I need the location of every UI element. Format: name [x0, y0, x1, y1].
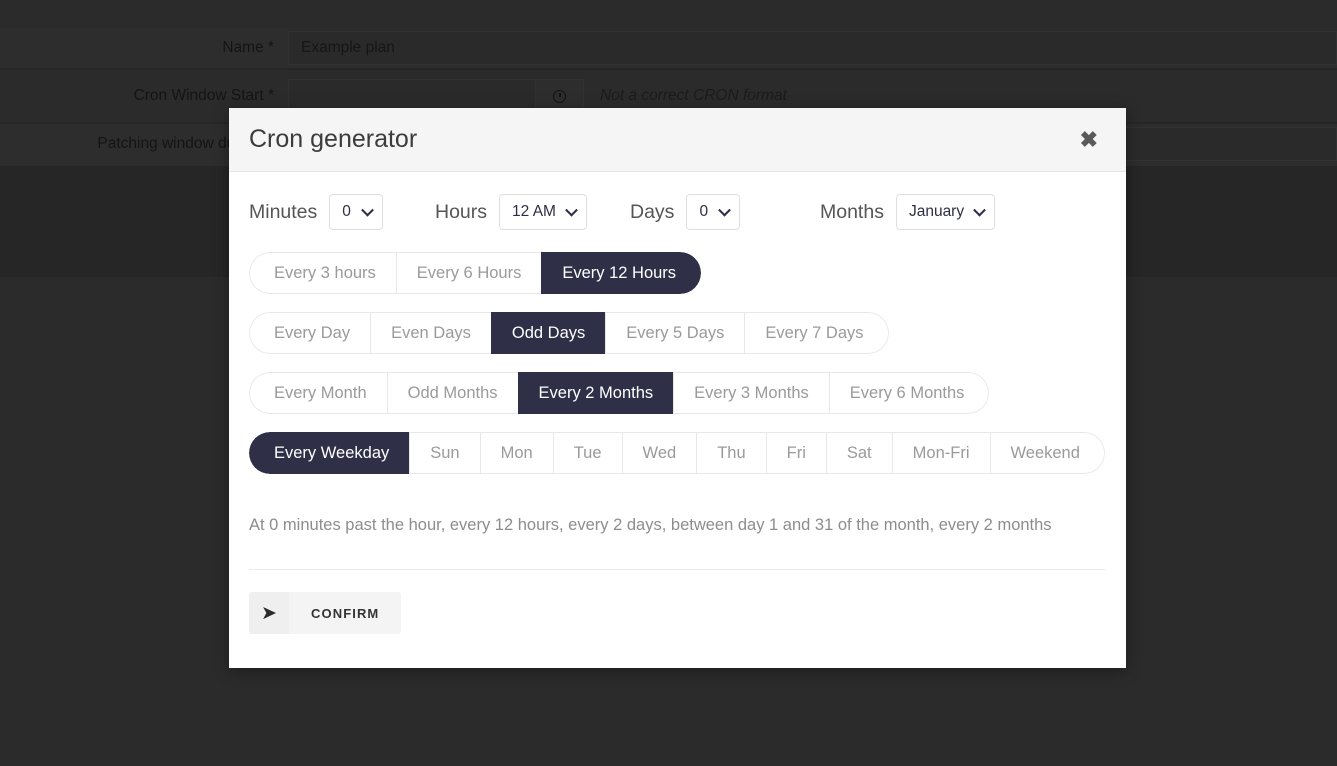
- hours-value: 12 AM: [512, 203, 556, 220]
- months-select[interactable]: January: [895, 194, 996, 230]
- footer-divider: [249, 569, 1106, 570]
- day-preset-group: Every Day Even Days Odd Days Every 5 Days Ev…: [249, 312, 889, 354]
- hour-preset-group: Every 3 hours Every 6 Hours Every 12 Hours: [249, 252, 702, 294]
- hours-label: Hours: [435, 200, 488, 223]
- hour-preset-every-12-hours[interactable]: Every 12 Hours: [541, 252, 702, 294]
- weekday-preset-sat[interactable]: Sat: [825, 432, 892, 474]
- days-value: 0: [699, 203, 709, 220]
- day-preset-every-7-days[interactable]: Every 7 Days: [744, 312, 889, 354]
- cron-window-start-label: Cron Window Start *: [133, 87, 274, 104]
- weekday-preset-mon[interactable]: Mon: [479, 432, 553, 474]
- cron-description: At 0 minutes past the hour, every 12 hou…: [249, 516, 1052, 534]
- day-preset-every-day[interactable]: Every Day: [249, 312, 371, 354]
- description-section: At 0 minutes past the hour, every 12 hou…: [249, 492, 1106, 634]
- month-preset-every-2-months[interactable]: Every 2 Months: [517, 372, 674, 414]
- hour-preset-row: Every 3 hours Every 6 Hours Every 12 Hours: [249, 252, 1106, 294]
- weekday-preset-group: Every Weekday Sun Mon Tue Wed Thu Fri Sat Mon-Fr…: [249, 432, 1105, 474]
- chevron-down-icon: [718, 203, 732, 217]
- chevron-down-icon: [565, 203, 578, 217]
- month-preset-every-3-months[interactable]: Every 3 Months: [673, 372, 829, 414]
- days-select[interactable]: 0: [686, 194, 741, 230]
- months-value: January: [908, 203, 965, 220]
- month-preset-odd-months[interactable]: Odd Months: [386, 372, 518, 414]
- weekday-preset-mon-fri[interactable]: Mon-Fri: [891, 432, 990, 474]
- hour-preset-every-3-hours[interactable]: Every 3 hours: [249, 252, 396, 294]
- chevron-down-icon: [973, 203, 986, 217]
- modal-header: Cron generator ✖: [229, 108, 1126, 172]
- minutes-select[interactable]: 0: [329, 194, 384, 230]
- modal-body: Minutes 0 Hours 12 AM Days 0 Months Janu…: [229, 172, 1126, 668]
- field-row-name: Name * Example plan: [0, 31, 1337, 65]
- weekday-preset-sun[interactable]: Sun: [409, 432, 480, 474]
- weekday-preset-every-weekday[interactable]: Every Weekday: [249, 432, 410, 474]
- day-preset-every-5-days[interactable]: Every 5 Days: [605, 312, 745, 354]
- hours-select[interactable]: 12 AM: [499, 194, 587, 230]
- select-group-days: Days 0: [630, 194, 820, 230]
- select-group-minutes: Minutes 0: [249, 194, 435, 230]
- weekday-preset-row: Every Weekday Sun Mon Tue Wed Thu Fri Sat Mon-Fr…: [249, 432, 1106, 474]
- send-icon: ➤: [249, 592, 289, 634]
- page-title: Cron generator: [249, 125, 418, 153]
- minutes-label: Minutes: [249, 200, 318, 223]
- cron-generator-modal: Cron generator ✖ Minutes 0 Hours 12 AM D…: [229, 108, 1126, 668]
- clock-icon: [553, 89, 566, 103]
- month-preset-group: Every Month Odd Months Every 2 Months Every…: [249, 372, 990, 414]
- minutes-value: 0: [342, 203, 351, 220]
- weekday-preset-weekend[interactable]: Weekend: [989, 432, 1105, 474]
- select-group-hours: Hours 12 AM: [435, 194, 630, 230]
- weekday-preset-thu[interactable]: Thu: [696, 432, 766, 474]
- day-preset-row: Every Day Even Days Odd Days Every 5 Days Ev…: [249, 312, 1106, 354]
- weekday-preset-tue[interactable]: Tue: [552, 432, 622, 474]
- hour-preset-every-6-hours[interactable]: Every 6 Hours: [395, 252, 542, 294]
- chevron-down-icon: [361, 203, 375, 217]
- select-group-months: Months January: [820, 194, 1020, 230]
- day-preset-even-days[interactable]: Even Days: [370, 312, 491, 354]
- close-icon[interactable]: ✖: [1072, 125, 1106, 155]
- month-preset-row: Every Month Odd Months Every 2 Months Every…: [249, 372, 1106, 414]
- months-label: Months: [820, 200, 884, 223]
- name-label: Name *: [222, 39, 274, 56]
- day-preset-odd-days[interactable]: Odd Days: [490, 312, 606, 354]
- days-label: Days: [630, 200, 675, 223]
- weekday-preset-wed[interactable]: Wed: [621, 432, 697, 474]
- confirm-button[interactable]: ➤ CONFIRM: [249, 592, 402, 634]
- month-preset-every-month[interactable]: Every Month: [249, 372, 387, 414]
- cron-unit-selects: Minutes 0 Hours 12 AM Days 0 Months Janu…: [249, 194, 1106, 230]
- weekday-preset-fri[interactable]: Fri: [765, 432, 826, 474]
- confirm-button-label: CONFIRM: [311, 605, 380, 621]
- name-input[interactable]: Example plan: [288, 31, 1337, 65]
- month-preset-every-6-months[interactable]: Every 6 Months: [828, 372, 990, 414]
- cron-format-error: Not a correct CRON format: [600, 87, 787, 104]
